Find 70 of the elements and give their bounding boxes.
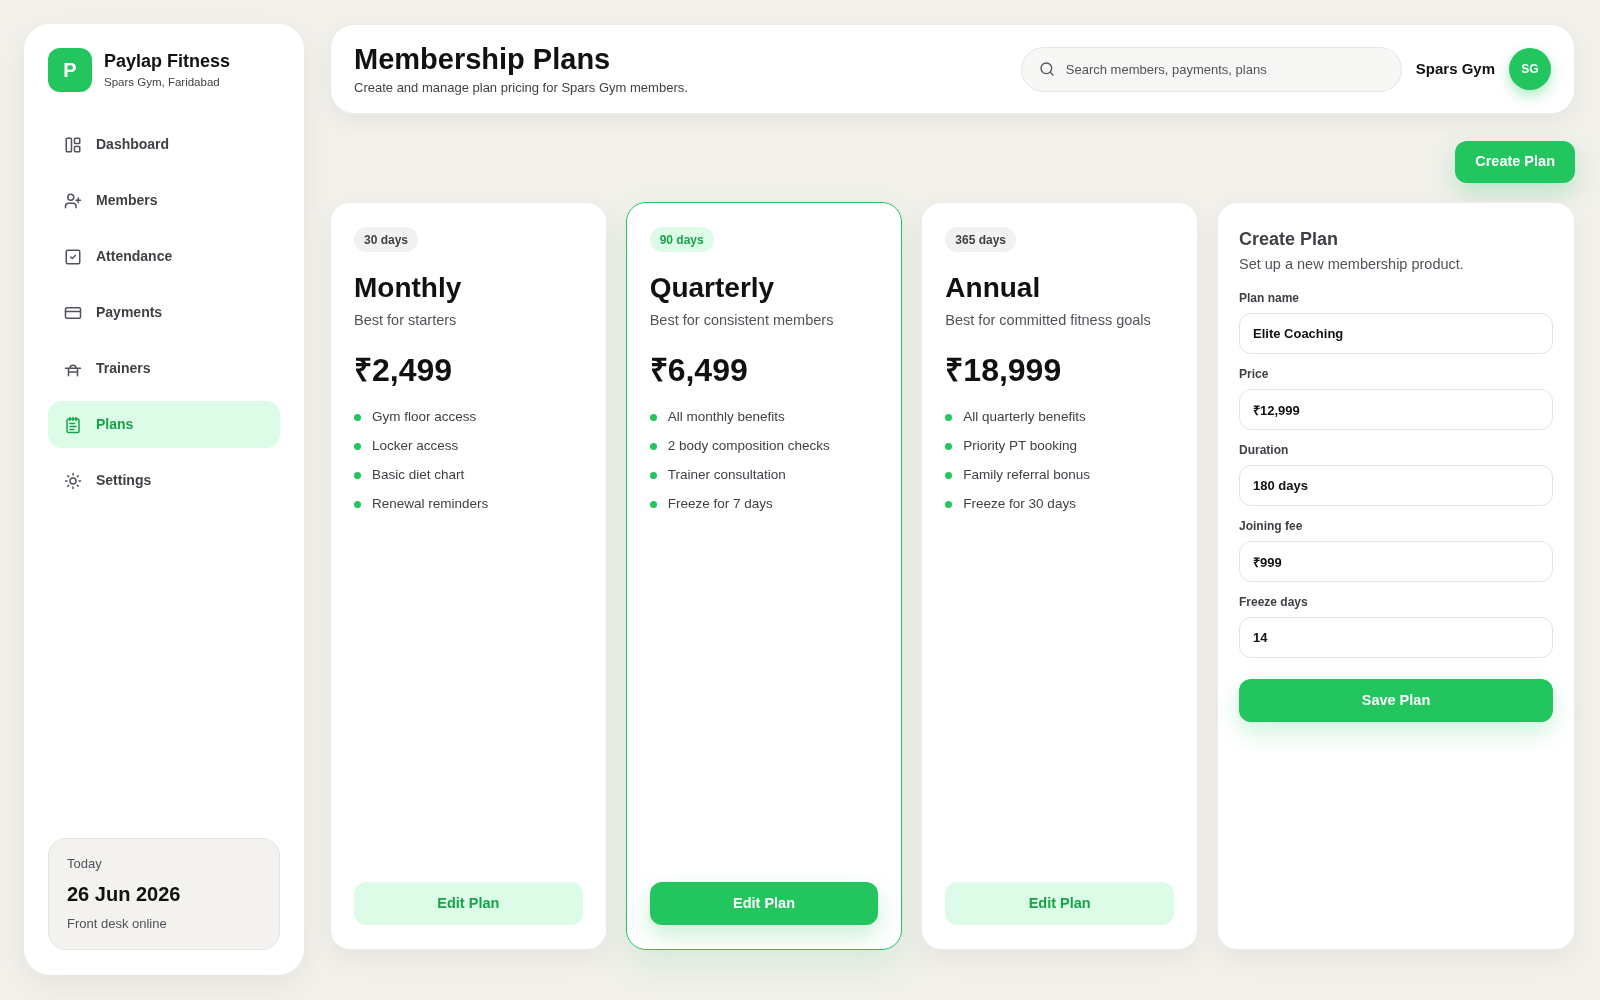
input-field[interactable]: Elite Coaching [1239,313,1553,354]
layout-icon [64,135,82,154]
field-label: Freeze days [1239,595,1309,610]
user-plus-icon [64,191,82,210]
input-field[interactable]: ₹12,999 [1239,389,1553,430]
brand-location: Spars Gym, Faridabad [104,75,221,90]
plan-name: Quarterly [649,271,776,305]
input-field[interactable]: ₹999 [1239,541,1553,582]
user-name: Spars Gym [1415,58,1495,79]
bullet-icon [945,471,953,479]
feature-text: Basic diet chart [372,466,465,484]
settings-icon [64,471,82,490]
page-title: Membership Plans [354,41,612,76]
checkbox-icon [64,247,82,266]
page-subtitle: Create and manage plan pricing for Spars Gym members. [354,78,688,97]
bullet-icon [649,413,657,421]
search-field[interactable]: Search members, payments, plans [1020,46,1402,92]
nav-item[interactable]: Trainers [48,345,280,392]
plan-price: ₹18,999 [945,351,1063,390]
feature-text: Family referral bonus [963,466,1091,484]
nav-item[interactable]: Payments [48,289,280,336]
field-label: Duration [1239,443,1290,458]
bullet-icon [354,413,361,421]
brand-logo: P [48,48,92,92]
plan-tagline: Best for committed fitness goals [945,311,1152,330]
today-status: Front desk online [67,915,168,933]
bullet-icon [649,471,657,479]
input-field[interactable]: 180 days [1239,465,1553,506]
plan-price: ₹2,499 [354,351,454,390]
plan-price: ₹6,499 [649,351,749,390]
input-field[interactable]: 14 [1239,617,1553,658]
field-label: Price [1239,367,1270,382]
bullet-icon [354,442,361,450]
form-title: Create Plan [1239,228,1340,251]
plan-name: Annual [945,271,1042,305]
bullet-icon [649,442,657,450]
plan-tagline: Best for starters [354,311,458,330]
brand-name: Paylap Fitness [104,50,231,72]
nav-item[interactable]: Members [48,177,280,224]
search-icon [1038,60,1055,77]
feature-text: Renewal reminders [372,495,489,513]
notepad-icon [64,415,82,434]
feature-text: All quarterly benefits [963,408,1086,426]
feature-text: Freeze for 7 days [667,495,773,513]
form-subtitle: Set up a new membership product. [1239,255,1465,274]
feature-text: Trainer consultation [667,466,786,484]
feature-text: 2 body composition checks [667,437,830,455]
bullet-icon [945,442,953,450]
feature-text: All monthly benefits [667,408,785,426]
duration-badge: 365 days [945,227,1017,252]
duration-badge: 30 days [354,227,419,252]
feature-text: Locker access [372,437,459,455]
feature-text: Gym floor access [372,408,477,426]
nav-item[interactable]: Dashboard [48,121,280,168]
field-label: Plan name [1239,291,1300,306]
feature-text: Freeze for 30 days [963,495,1076,513]
bullet-icon [945,500,953,508]
today-label: Today [67,855,103,873]
bullet-icon [649,500,657,508]
today-date: 26 Jun 2026 [67,882,182,907]
duration-badge: 90 days [649,227,714,252]
bullet-icon [945,413,953,421]
bullet-icon [354,471,361,479]
nav-item[interactable]: Settings [48,457,280,504]
plan-tagline: Best for consistent members [649,311,835,330]
field-label: Joining fee [1239,519,1304,534]
feature-text: Priority PT booking [963,437,1078,455]
plan-name: Monthly [354,271,463,305]
bullet-icon [354,500,361,508]
nav-item[interactable]: Attendance [48,233,280,280]
